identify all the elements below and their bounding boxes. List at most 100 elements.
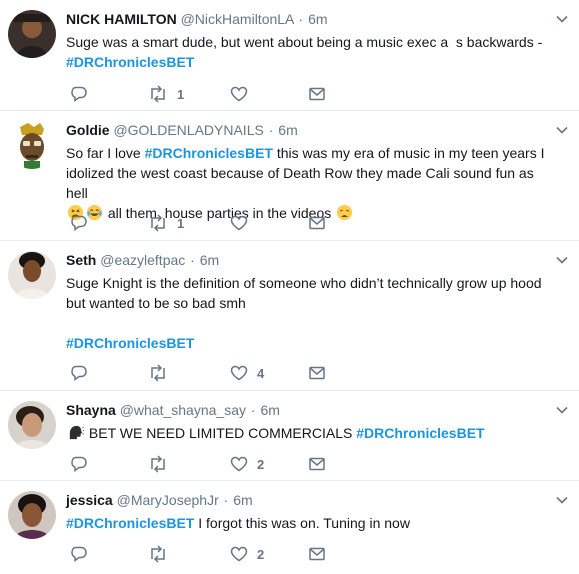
retweet-count: 1 [177,86,185,102]
like-button[interactable]: 2 [230,544,264,564]
tweet-content: jessica @MaryJosephJr · 6m #DRChronicles… [66,491,555,533]
tweet-header: Seth @eazyleftpac · 6m [66,251,555,270]
direct-message-button[interactable] [308,454,326,474]
retweet-icon [151,85,165,103]
chevron-down-icon[interactable] [555,12,569,26]
heart-icon [230,365,248,381]
author-name[interactable]: Shayna [66,402,116,418]
tweet-content: NICK HAMILTON @NickHamiltonLA · 6m Suge … [66,10,555,72]
chevron-down-icon[interactable] [555,493,569,507]
tweet-actions: 1 [70,213,350,233]
tweet-text: So far I love #DRChroniclesBET this was … [66,143,555,223]
tweet-actions: 4 [70,363,350,383]
direct-message-button[interactable] [308,213,326,233]
direct-message-button[interactable] [308,363,326,383]
author-name[interactable]: NICK HAMILTON [66,11,177,27]
reply-icon [71,215,87,231]
reply-button[interactable] [70,213,88,233]
reply-icon [71,456,87,472]
timestamp[interactable]: 6m [233,492,252,508]
reply-icon [71,546,87,562]
retweet-icon [151,364,165,382]
retweet-button[interactable]: 1 [148,84,184,104]
retweet-icon [151,214,165,232]
tweet-text-body: So far I love [66,145,145,161]
hashtag-link[interactable]: #DRChroniclesBET [66,335,194,351]
tweet-text-body: Suge Knight is the definition of someone… [66,275,546,311]
separator-dot: · [190,252,195,268]
author-handle[interactable]: @what_shayna_say [120,402,246,418]
speaking-head-emoji [69,425,84,440]
reply-button[interactable] [70,544,88,564]
separator-dot: · [223,492,229,508]
heart-icon [230,86,248,102]
tweet[interactable]: NICK HAMILTON @NickHamiltonLA · 6m Suge … [0,0,579,111]
avatar[interactable] [8,121,56,169]
retweet-button[interactable] [148,454,177,474]
like-button[interactable]: 4 [230,363,264,383]
author-name[interactable]: Seth [66,252,96,268]
tweet-text: #DRChroniclesBET I forgot this was on. T… [66,513,555,533]
author-handle[interactable]: @NickHamiltonLA [181,11,294,27]
tweet-header: jessica @MaryJosephJr · 6m [66,491,555,510]
chevron-down-icon[interactable] [555,253,569,267]
tweet-text-body: Suge was a smart dude, but went about be… [66,34,543,50]
chevron-down-icon[interactable] [555,403,569,417]
retweet-button[interactable] [148,544,177,564]
avatar[interactable] [8,491,56,539]
tweet-actions: 1 [70,84,350,104]
tweet[interactable]: jessica @MaryJosephJr · 6m #DRChronicles… [0,481,579,574]
retweet-icon [151,455,165,473]
envelope-icon [309,366,325,380]
tweet-content: Shayna @what_shayna_say · 6m BET WE NEED… [66,401,555,443]
hashtag-link[interactable]: #DRChroniclesBET [66,54,194,70]
timestamp[interactable]: 6m [200,252,219,268]
hashtag-link[interactable]: #DRChroniclesBET [356,425,484,441]
tweet-header: Shayna @what_shayna_say · 6m [66,401,555,420]
tweet-text: Suge was a smart dude, but went about be… [66,32,555,72]
reply-button[interactable] [70,84,88,104]
hashtag-link[interactable]: #DRChroniclesBET [145,145,273,161]
separator-dot: · [298,11,304,27]
tweet[interactable]: Seth @eazyleftpac · 6m Suge Knight is th… [0,241,579,391]
tweet[interactable]: Shayna @what_shayna_say · 6m BET WE NEED… [0,391,579,481]
timestamp[interactable]: 6m [260,402,279,418]
direct-message-button[interactable] [308,544,326,564]
author-handle[interactable]: @GOLDENLADYNAILS [113,122,263,138]
author-name[interactable]: jessica [66,492,113,508]
chevron-down-icon[interactable] [555,123,569,137]
retweet-button[interactable]: 1 [148,213,184,233]
tweet-text: Suge Knight is the definition of someone… [66,273,555,353]
avatar[interactable] [8,401,56,449]
avatar[interactable] [8,251,56,299]
timestamp[interactable]: 6m [278,122,297,138]
like-button[interactable]: 2 [230,454,264,474]
like-count: 2 [257,546,265,562]
like-count: 4 [257,365,265,381]
envelope-icon [309,216,325,230]
reply-button[interactable] [70,363,88,383]
tweet-actions: 2 [70,454,350,474]
author-handle[interactable]: @eazyleftpac [100,252,185,268]
timestamp[interactable]: 6m [308,11,327,27]
direct-message-button[interactable] [308,84,326,104]
tweet-content: Goldie @GOLDENLADYNAILS · 6m So far I lo… [66,121,555,223]
retweet-icon [151,545,165,563]
envelope-icon [309,457,325,471]
avatar[interactable] [8,10,56,58]
like-button[interactable] [230,84,257,104]
retweet-count: 1 [177,215,185,231]
reply-icon [71,365,87,381]
separator-dot: · [250,402,256,418]
author-name[interactable]: Goldie [66,122,110,138]
retweet-button[interactable] [148,363,177,383]
tweet[interactable]: Goldie @GOLDENLADYNAILS · 6m So far I lo… [0,111,579,241]
tweet-text-body: I forgot this was on. Tuning in now [194,515,410,531]
author-handle[interactable]: @MaryJosephJr [117,492,219,508]
reply-button[interactable] [70,454,88,474]
heart-icon [230,215,248,231]
heart-icon [230,456,248,472]
tweet-text: BET WE NEED LIMITED COMMERCIALS #DRChron… [66,423,555,443]
hashtag-link[interactable]: #DRChroniclesBET [66,515,194,531]
like-button[interactable] [230,213,257,233]
